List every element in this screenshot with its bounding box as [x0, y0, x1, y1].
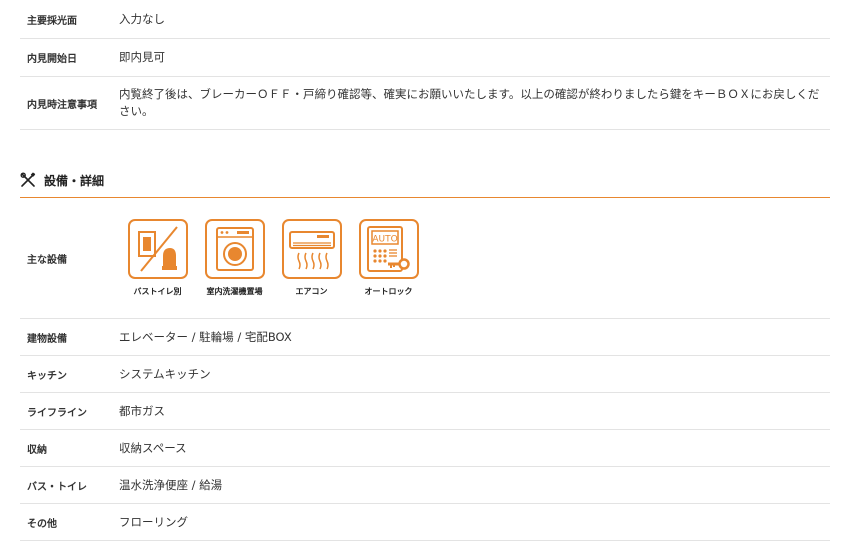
equipment-caption: 室内洗濯機置場 — [206, 287, 263, 296]
detail-row-lifeline: ライフライン 都市ガス — [20, 393, 830, 430]
row-value: 収納スペース — [119, 440, 187, 455]
row-value: システムキッチン — [119, 366, 211, 381]
row-value: エレベーター / 駐輪場 / 宅配BOX — [119, 329, 292, 344]
washing-machine-icon — [204, 219, 265, 279]
row-value: 温水洗浄便座 / 給湯 — [119, 477, 223, 492]
detail-row-main-equipment: 主な設備 バストイレ別 室内洗濯機置場 エアコン AUTO オートロック — [20, 198, 830, 319]
equipment-caption: エアコン — [295, 287, 328, 296]
row-label: 内見時注意事項 — [27, 99, 97, 111]
detail-row-other: その他 フローリング — [20, 504, 830, 541]
svg-text:AUTO: AUTO — [372, 235, 397, 245]
row-label: その他 — [27, 518, 57, 530]
equipment-icons: バストイレ別 室内洗濯機置場 エアコン AUTO オートロック — [125, 219, 421, 297]
row-value: 内覧終了後は、ブレーカーＯＦＦ・戸締り確認等、確実にお願いいたします。以上の確認… — [119, 87, 820, 118]
auto-lock-icon: AUTO — [358, 219, 419, 279]
section-title: 設備・詳細 — [44, 173, 105, 188]
tools-icon — [20, 172, 36, 188]
detail-row-lighting: 主要採光面 入力なし — [20, 0, 830, 39]
detail-row-storage: 収納 収納スペース — [20, 430, 830, 467]
equipment-item: エアコン — [279, 219, 344, 297]
row-label: 主要採光面 — [27, 15, 77, 27]
row-value: 入力なし — [119, 11, 165, 26]
row-value: 都市ガス — [119, 403, 165, 418]
row-label: 収納 — [27, 444, 47, 456]
detail-row-viewing-notes: 内見時注意事項 内覧終了後は、ブレーカーＯＦＦ・戸締り確認等、確実にお願いいたし… — [20, 77, 830, 130]
row-value: 即内見可 — [119, 50, 165, 64]
row-value: フローリング — [119, 514, 188, 529]
row-label: 主な設備 — [27, 254, 67, 266]
row-label: キッチン — [27, 370, 67, 382]
row-label: バス・トイレ — [27, 481, 87, 493]
section-header: 設備・詳細 — [20, 163, 830, 198]
equipment-caption: オートロック — [364, 287, 413, 296]
row-label: ライフライン — [27, 407, 87, 419]
row-label: 内見開始日 — [27, 54, 77, 65]
bath-toilet-separate-icon — [127, 219, 188, 279]
detail-row-kitchen: キッチン システムキッチン — [20, 356, 830, 393]
air-conditioner-icon — [281, 219, 342, 279]
equipment-item: AUTO オートロック — [356, 219, 421, 297]
row-label: 建物設備 — [27, 333, 67, 345]
equipment-item: バストイレ別 — [125, 219, 190, 297]
detail-row-building-facilities: 建物設備 エレベーター / 駐輪場 / 宅配BOX — [20, 319, 830, 356]
detail-row-bath-toilet: バス・トイレ 温水洗浄便座 / 給湯 — [20, 467, 830, 504]
equipment-caption: バストイレ別 — [133, 287, 182, 296]
equipment-item: 室内洗濯機置場 — [202, 219, 267, 297]
detail-row-viewing-start: 内見開始日 即内見可 — [20, 39, 830, 77]
